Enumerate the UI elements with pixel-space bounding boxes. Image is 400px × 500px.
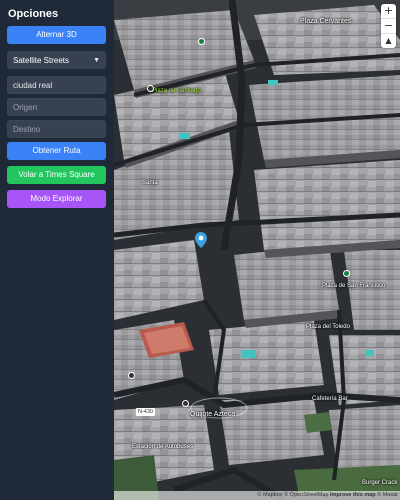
map-3d-buildings: [114, 0, 400, 500]
poi-restaurant-icon[interactable]: [182, 400, 189, 407]
map-label-plaza-santiago: Plaza de Santiago: [152, 88, 201, 94]
map-zoom-control: + − ▲: [381, 4, 396, 48]
explore-mode-button[interactable]: Modo Explorar: [7, 190, 106, 208]
toggle-3d-button[interactable]: Alternar 3D: [7, 26, 106, 44]
destination-input[interactable]: [7, 120, 106, 138]
improve-map-link[interactable]: Improve this map: [330, 492, 376, 498]
map-label-cafeteria-bar: Cafetería Bar: [312, 396, 348, 402]
poi-marker-icon[interactable]: [128, 372, 135, 379]
road-shield: N-430: [136, 408, 155, 416]
map-attribution: © Mapbox © OpenStreetMap Improve this ma…: [114, 491, 400, 500]
compass-icon[interactable]: ▲: [381, 34, 396, 48]
location-pin-icon[interactable]: [195, 232, 207, 248]
map-canvas[interactable]: Plaza Cervantes Santa Plaza de Santiago …: [114, 0, 400, 500]
get-route-button[interactable]: Obtener Ruta: [7, 142, 106, 160]
map-label-quijote-azteca: Quijote Azteca: [190, 411, 236, 418]
zoom-out-button[interactable]: −: [381, 19, 396, 33]
attribution-osm[interactable]: © OpenStreetMap: [284, 492, 328, 498]
origin-input[interactable]: [7, 98, 106, 116]
map-label-santa: Santa: [142, 180, 158, 186]
options-sidebar: Opciones Alternar 3D Satellite Streets ▼…: [0, 0, 114, 500]
sidebar-title: Opciones: [8, 8, 59, 20]
zoom-in-button[interactable]: +: [381, 4, 396, 18]
attribution-mapbox[interactable]: © Mapbox: [257, 492, 282, 498]
poi-park-icon[interactable]: [198, 38, 205, 45]
chevron-down-icon: ▼: [93, 57, 100, 64]
map-label-plaza-toledo: Plaza del Toledo: [306, 324, 350, 330]
poi-marker-icon[interactable]: [147, 85, 154, 92]
map-label-estacion: Estación de Autobuses: [132, 444, 194, 450]
map-label-plaza-cervantes: Plaza Cervantes: [300, 18, 352, 25]
map-style-select-value: Satellite Streets: [13, 56, 70, 65]
map-style-select[interactable]: Satellite Streets ▼: [7, 51, 106, 69]
fly-to-times-square-button[interactable]: Volar a Times Square: [7, 166, 106, 184]
attribution-maxar[interactable]: © Maxar: [377, 492, 398, 498]
map-label-burger: Burger Crack: [362, 480, 398, 486]
poi-plaza-icon[interactable]: [343, 270, 350, 277]
search-input[interactable]: [7, 76, 106, 94]
map-label-plaza-san-francisco: Plaza de San Francisco: [322, 283, 386, 289]
